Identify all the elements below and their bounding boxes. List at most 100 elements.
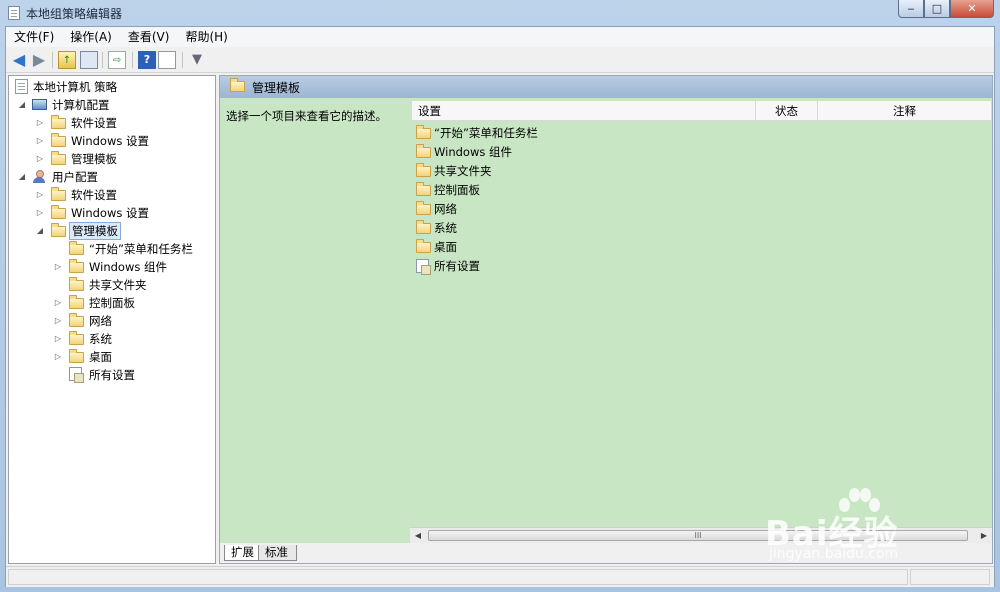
- folder-icon: [416, 201, 431, 215]
- tree-item-windows-components[interactable]: ▷ Windows 组件: [13, 258, 213, 276]
- toolbar-separator: [102, 52, 103, 68]
- tree-label: 用户配置: [52, 170, 98, 184]
- details-header: 管理模板: [220, 76, 992, 98]
- toolbar: ◀ ▶ ↑ ⇨ ? ▼: [6, 48, 994, 73]
- details-area: 管理模板 选择一个项目来查看它的描述。 设置 状态 注释 “开始”菜单和任务栏 …: [219, 75, 993, 564]
- app-window: 本地组策略编辑器 ‒ □ ✕ 文件(F) 操作(A) 查看(V) 帮助(H) ◀…: [0, 0, 1000, 592]
- folder-icon: [69, 349, 84, 363]
- folder-icon: [416, 125, 431, 139]
- collapsed-arrow-icon[interactable]: ▷: [53, 258, 63, 276]
- tab-standard[interactable]: 标准: [258, 545, 297, 561]
- folder-icon: [416, 163, 431, 177]
- tree-item-software-settings[interactable]: ▷ 软件设置: [13, 186, 213, 204]
- tree-label: 网络: [89, 314, 112, 328]
- column-header-comment[interactable]: 注释: [818, 101, 992, 121]
- forward-arrow-icon[interactable]: ▶: [30, 51, 48, 69]
- toolbar-separator: [52, 52, 53, 68]
- folder-icon: [51, 133, 66, 147]
- tree-item-all-settings[interactable]: 所有设置: [13, 366, 213, 384]
- folder-icon: [51, 205, 66, 219]
- list-item-label: 桌面: [434, 240, 457, 254]
- scroll-right-icon[interactable]: ▶: [976, 528, 992, 543]
- tree-item-desktop[interactable]: ▷ 桌面: [13, 348, 213, 366]
- collapsed-arrow-icon[interactable]: ▷: [35, 186, 45, 204]
- folder-icon: [69, 241, 84, 255]
- folder-icon: [416, 220, 431, 234]
- tree-item-windows-settings[interactable]: ▷ Windows 设置: [13, 132, 213, 150]
- tree-label: 桌面: [89, 350, 112, 364]
- menu-bar: 文件(F) 操作(A) 查看(V) 帮助(H): [6, 27, 994, 47]
- show-tree-icon[interactable]: [80, 51, 98, 69]
- scroll-thumb[interactable]: III: [428, 530, 968, 541]
- list-item-label: 控制面板: [434, 183, 480, 197]
- expanded-arrow-icon[interactable]: ◢: [17, 96, 27, 114]
- tree-label: 软件设置: [71, 116, 117, 130]
- list-item-label: “开始”菜单和任务栏: [434, 126, 538, 140]
- collapsed-arrow-icon[interactable]: ▷: [35, 150, 45, 168]
- filter-icon[interactable]: ▼: [188, 51, 206, 69]
- tree-item-start-menu[interactable]: “开始”菜单和任务栏: [13, 240, 213, 258]
- help-icon[interactable]: ?: [138, 51, 156, 69]
- folder-icon: [69, 295, 84, 309]
- list-item-label: 系统: [434, 221, 457, 235]
- tree-item-windows-settings[interactable]: ▷ Windows 设置: [13, 204, 213, 222]
- policy-doc-icon: [15, 79, 28, 94]
- collapsed-arrow-icon[interactable]: ▷: [53, 294, 63, 312]
- collapsed-arrow-icon[interactable]: ▷: [35, 204, 45, 222]
- menu-help[interactable]: 帮助(H): [177, 27, 235, 47]
- description-pane: 选择一个项目来查看它的描述。: [220, 98, 410, 540]
- properties-icon[interactable]: [158, 51, 176, 69]
- minimize-button[interactable]: ‒: [898, 0, 924, 18]
- all-settings-icon: [416, 259, 431, 275]
- description-text: 选择一个项目来查看它的描述。: [226, 109, 387, 123]
- tree-item-system[interactable]: ▷ 系统: [13, 330, 213, 348]
- collapsed-arrow-icon[interactable]: ▷: [35, 132, 45, 150]
- tree-item-admin-templates-selected[interactable]: ◢ 管理模板: [13, 222, 213, 240]
- tree-label: Windows 组件: [89, 260, 167, 274]
- caption-buttons: ‒ □ ✕: [898, 0, 994, 19]
- folder-icon: [69, 277, 84, 291]
- collapsed-arrow-icon[interactable]: ▷: [53, 330, 63, 348]
- export-list-icon[interactable]: ⇨: [108, 51, 126, 69]
- close-button[interactable]: ✕: [950, 0, 994, 18]
- toolbar-separator: [182, 52, 183, 68]
- tree-item-shared-folders[interactable]: 共享文件夹: [13, 276, 213, 294]
- tree-label: Windows 设置: [71, 206, 149, 220]
- folder-icon: [51, 151, 66, 165]
- tree-label: 共享文件夹: [89, 278, 147, 292]
- tree-item-software-settings[interactable]: ▷ 软件设置: [13, 114, 213, 132]
- menu-action[interactable]: 操作(A): [62, 27, 120, 47]
- folder-icon: [69, 331, 84, 345]
- expanded-arrow-icon[interactable]: ◢: [35, 222, 45, 240]
- maximize-button[interactable]: □: [924, 0, 950, 18]
- list-item-label: 网络: [434, 202, 457, 216]
- tree-item-admin-templates[interactable]: ▷ 管理模板: [13, 150, 213, 168]
- folder-icon: [416, 239, 431, 253]
- tree-item-network[interactable]: ▷ 网络: [13, 312, 213, 330]
- view-tabs: 扩展 标准: [220, 543, 992, 563]
- tree-label: 本地计算机 策略: [33, 80, 118, 94]
- menu-file[interactable]: 文件(F): [6, 27, 62, 47]
- folder-icon: [51, 115, 66, 129]
- tree-pane[interactable]: 本地计算机 策略 ◢ 计算机配置 ▷ 软件设置 ▷ Windows 设置 ▷ 管…: [8, 75, 216, 564]
- menu-view[interactable]: 查看(V): [120, 27, 178, 47]
- collapsed-arrow-icon[interactable]: ▷: [53, 312, 63, 330]
- settings-list[interactable]: 设置 状态 注释 “开始”菜单和任务栏 Windows 组件 共享文件夹 控制面…: [410, 98, 992, 540]
- tree-root[interactable]: 本地计算机 策略: [13, 78, 213, 96]
- details-title: 管理模板: [252, 81, 301, 95]
- back-arrow-icon[interactable]: ◀: [10, 51, 28, 69]
- tree-item-control-panel[interactable]: ▷ 控制面板: [13, 294, 213, 312]
- tree-item-user-config[interactable]: ◢ 用户配置: [13, 168, 213, 186]
- horizontal-scrollbar[interactable]: ◀ III ▶: [410, 527, 992, 543]
- column-header-status[interactable]: 状态: [756, 101, 818, 121]
- tree-item-computer-config[interactable]: ◢ 计算机配置: [13, 96, 213, 114]
- expanded-arrow-icon[interactable]: ◢: [17, 168, 27, 186]
- tree-label: 管理模板: [71, 152, 117, 166]
- column-header-setting[interactable]: 设置: [412, 101, 756, 121]
- collapsed-arrow-icon[interactable]: ▷: [53, 348, 63, 366]
- up-folder-icon[interactable]: ↑: [58, 51, 76, 69]
- scroll-left-icon[interactable]: ◀: [410, 528, 426, 543]
- policy-editor-app-icon: [8, 6, 20, 20]
- folder-icon: [230, 78, 245, 92]
- collapsed-arrow-icon[interactable]: ▷: [35, 114, 45, 132]
